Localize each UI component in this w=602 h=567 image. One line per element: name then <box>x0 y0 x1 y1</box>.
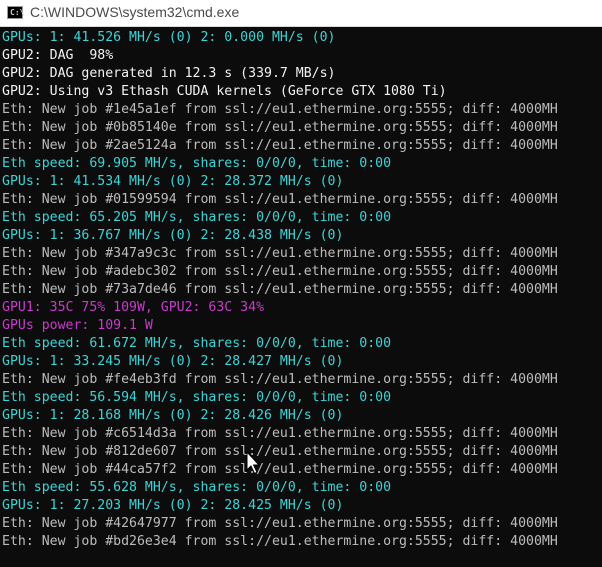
console-line: Eth: New job #347a9c3c from ssl://eu1.et… <box>2 246 558 261</box>
console-line: GPU2: DAG generated in 12.3 s (339.7 MB/… <box>2 66 336 81</box>
console-line: Eth: New job #0b85140e from ssl://eu1.et… <box>2 120 558 135</box>
console-line: Eth: New job #44ca57f2 from ssl://eu1.et… <box>2 462 558 477</box>
console-line: GPUs: 1: 41.526 MH/s (0) 2: 0.000 MH/s (… <box>2 30 336 45</box>
console-line: GPU1: 35C 75% 109W, GPU2: 63C 34% <box>2 300 265 315</box>
mouse-pointer-icon <box>246 451 261 475</box>
console-line: Eth: New job #fe4eb3fd from ssl://eu1.et… <box>2 372 558 387</box>
cmd-icon-text: C:\ <box>10 8 25 17</box>
console-line: Eth: New job #01599594 from ssl://eu1.et… <box>2 192 558 207</box>
console-line: Eth: New job #73a7de46 from ssl://eu1.et… <box>2 282 558 297</box>
console-line: Eth speed: 61.672 MH/s, shares: 0/0/0, t… <box>2 336 392 351</box>
console-line: Eth: New job #adebc302 from ssl://eu1.et… <box>2 264 558 279</box>
console-line: GPUs power: 109.1 W <box>2 318 153 333</box>
window-title: C:\WINDOWS\system32\cmd.exe <box>30 4 240 20</box>
console-line: Eth: New job #c6514d3a from ssl://eu1.et… <box>2 426 558 441</box>
console-lines: GPUs: 1: 41.526 MH/s (0) 2: 0.000 MH/s (… <box>0 27 602 551</box>
console-line: GPUs: 1: 36.767 MH/s (0) 2: 28.438 MH/s … <box>2 228 344 243</box>
console-line: Eth: New job #2ae5124a from ssl://eu1.et… <box>2 138 558 153</box>
console-line: Eth speed: 56.594 MH/s, shares: 0/0/0, t… <box>2 390 392 405</box>
console-line: Eth: New job #1e45a1ef from ssl://eu1.et… <box>2 102 558 117</box>
console-line: GPUs: 1: 27.203 MH/s (0) 2: 28.425 MH/s … <box>2 498 344 513</box>
console-line: GPU2: Using v3 Ethash CUDA kernels (GeFo… <box>2 84 447 99</box>
console-line: Eth speed: 69.905 MH/s, shares: 0/0/0, t… <box>2 156 392 171</box>
console-line: Eth speed: 55.628 MH/s, shares: 0/0/0, t… <box>2 480 392 495</box>
console-line: Eth speed: 65.205 MH/s, shares: 0/0/0, t… <box>2 210 392 225</box>
console-line: Eth: New job #42647977 from ssl://eu1.et… <box>2 516 558 531</box>
console-line: GPUs: 1: 28.168 MH/s (0) 2: 28.426 MH/s … <box>2 408 344 423</box>
window-titlebar[interactable]: C:\ C:\WINDOWS\system32\cmd.exe <box>0 0 602 27</box>
console-line: GPUs: 1: 41.534 MH/s (0) 2: 28.372 MH/s … <box>2 174 344 189</box>
cmd-icon[interactable]: C:\ <box>7 6 25 19</box>
console-line: Eth: New job #812de607 from ssl://eu1.et… <box>2 444 558 459</box>
console-line: Eth: New job #bd26e3e4 from ssl://eu1.et… <box>2 534 558 549</box>
console-output[interactable]: GPUs: 1: 41.526 MH/s (0) 2: 0.000 MH/s (… <box>0 27 602 567</box>
console-line: GPU2: DAG 98% <box>2 48 114 63</box>
console-line: GPUs: 1: 33.245 MH/s (0) 2: 28.427 MH/s … <box>2 354 344 369</box>
